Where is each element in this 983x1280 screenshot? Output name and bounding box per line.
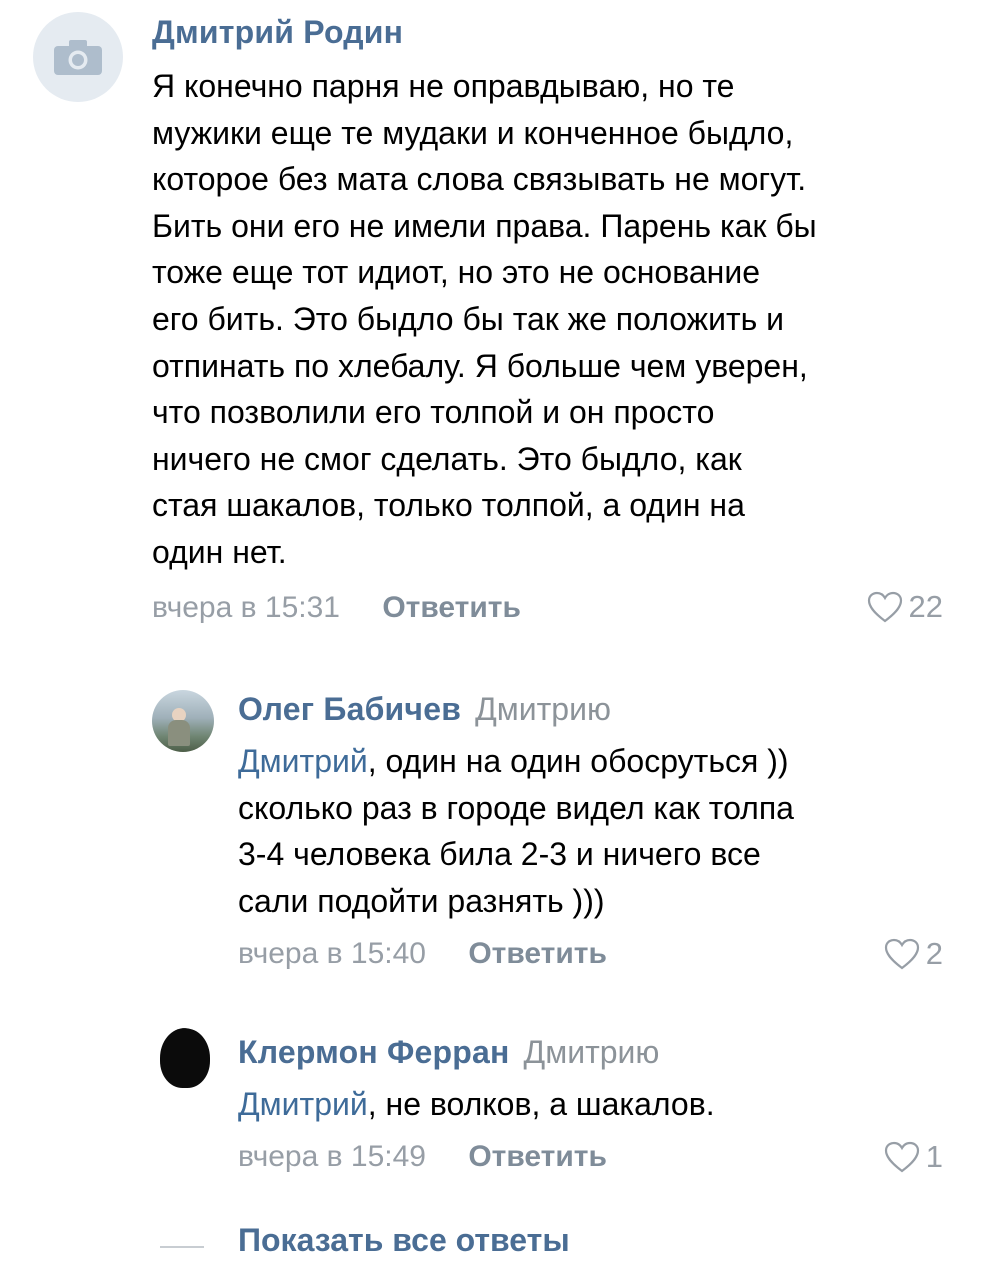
- comment-time: вчера в 15:40: [238, 937, 426, 970]
- comment-time: вчера в 15:31: [152, 591, 340, 624]
- avatar[interactable]: [152, 1028, 214, 1090]
- like-count: 1: [925, 1139, 943, 1174]
- comment-author[interactable]: Клермон Ферран: [238, 1034, 510, 1070]
- text-line: его бить. Это быдло бы так же положить и: [152, 300, 785, 337]
- comment-time: вчера в 15:49: [238, 1140, 426, 1173]
- like-button[interactable]: 22: [867, 589, 943, 625]
- avatar[interactable]: [152, 690, 214, 752]
- text-line: Я конечно парня не оправдываю, но те: [152, 68, 735, 104]
- text-line: Дмитрий, один на один обосруться )): [238, 738, 958, 785]
- text-line: сколько раз в городе видел как толпа: [238, 789, 794, 826]
- text-fragment: , не волков, а шакалов.: [367, 1086, 715, 1122]
- comment-text: Я конечно парня не оправдываю, но те муж…: [152, 63, 952, 576]
- text-line: один нет.: [152, 533, 287, 570]
- text-line: Бить они его не имели права. Парень как …: [152, 207, 817, 244]
- like-button[interactable]: 2: [884, 936, 943, 972]
- text-fragment: , один на один обосруться )): [367, 743, 789, 779]
- text-line: что позволили его толпой и он просто: [152, 394, 715, 431]
- like-count: 2: [925, 936, 943, 971]
- reply-button[interactable]: Ответить: [382, 591, 521, 624]
- comment-text: Дмитрий, один на один обосруться )) скол…: [238, 738, 958, 924]
- divider-line: [160, 1246, 204, 1248]
- text-line: сали подойти разнять ))): [238, 882, 605, 919]
- mention-link[interactable]: Дмитрий: [238, 1086, 368, 1122]
- comment-author[interactable]: Дмитрий Родин: [152, 14, 403, 50]
- text-line: ничего не смог сделать. Это быдло, как: [152, 440, 742, 477]
- text-line: которое без мата слова связывать не могу…: [152, 161, 807, 198]
- mention-link[interactable]: Дмитрий: [238, 743, 368, 779]
- text-line: Дмитрий, не волков, а шакалов.: [238, 1081, 958, 1128]
- like-button[interactable]: 1: [884, 1139, 943, 1175]
- avatar-placeholder[interactable]: [33, 12, 123, 102]
- reply-button[interactable]: Ответить: [468, 1140, 607, 1173]
- text-line: тоже еще тот идиот, но это не основание: [152, 254, 760, 291]
- like-count: 22: [908, 589, 943, 624]
- heart-outline-icon: [884, 1141, 919, 1173]
- reply-to-label[interactable]: Дмитрию: [524, 1034, 660, 1070]
- camera-icon: [54, 40, 102, 75]
- show-all-replies-button[interactable]: Показать все ответы: [238, 1222, 570, 1259]
- text-line: 3-4 человека била 2-3 и ничего все: [238, 836, 761, 873]
- heart-outline-icon: [884, 938, 919, 970]
- comment-text: Дмитрий, не волков, а шакалов.: [238, 1081, 958, 1128]
- reply-button[interactable]: Ответить: [468, 937, 607, 970]
- comment-author[interactable]: Олег Бабичев: [238, 691, 461, 727]
- text-line: отпинать по хлебалу. Я больше чем уверен…: [152, 347, 808, 384]
- heart-outline-icon: [867, 591, 902, 623]
- text-line: мужики еще те мудаки и конченное быдло,: [152, 114, 794, 151]
- text-line: стая шакалов, только толпой, а один на: [152, 487, 745, 524]
- reply-to-label[interactable]: Дмитрию: [475, 691, 611, 727]
